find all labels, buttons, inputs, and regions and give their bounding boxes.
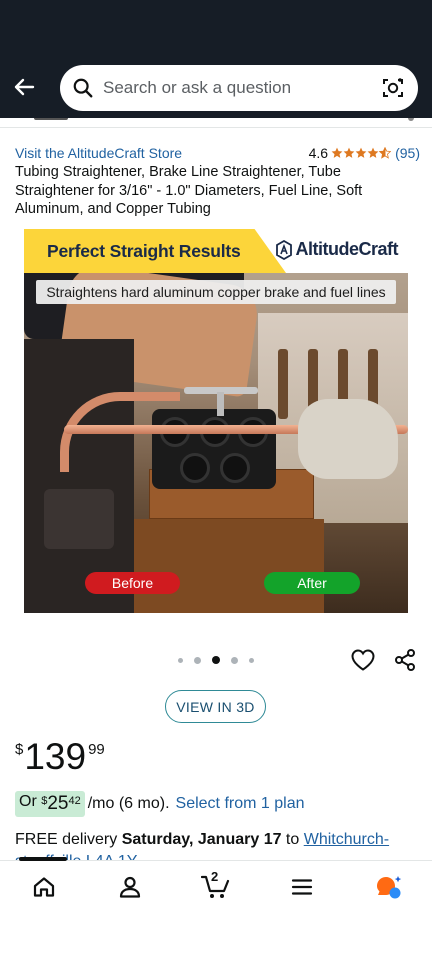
image-banner: Perfect Straight Results AltitudeCraft [24,229,408,273]
half-star-icon [379,147,392,159]
nav-menu[interactable] [288,873,316,901]
brand-logo: AltitudeCraft [275,239,399,260]
before-label: Before [85,572,180,594]
image-carousel-indicator[interactable] [178,655,254,665]
plan-prefix: Or [19,793,42,810]
rufus-ai-icon [377,876,402,899]
menu-icon [291,879,313,895]
nav-account[interactable] [116,873,144,901]
search-header: Search or ask a question [0,56,432,118]
product-title: Tubing Straightener, Brake Line Straight… [15,164,363,217]
star-icon [355,147,367,158]
home-icon [33,877,55,897]
nav-rufus[interactable] [374,873,402,901]
installment-price-badge: Or $ 25 42 [15,791,85,817]
share-icon[interactable] [393,648,417,672]
star-rating [331,147,392,159]
price-whole: 139 [24,736,87,777]
image-caption: Straightens hard aluminum copper brake a… [36,280,396,304]
price-currency: $ [15,741,24,758]
back-button[interactable] [10,73,38,101]
plan-whole: 25 [47,793,69,814]
nav-cart[interactable]: 2 [200,869,232,901]
brand-name: AltitudeCraft [295,239,399,259]
installment-plan: Or $ 25 42 /mo (6 mo). Select from 1 pla… [15,790,304,818]
previous-content-fragment [408,118,414,121]
rating[interactable]: 4.6 (95) [309,145,420,161]
carousel-dot[interactable] [231,656,238,664]
t-handle-post [217,392,224,416]
product-image[interactable]: Perfect Straight Results AltitudeCraft S… [24,229,408,613]
nav-home[interactable] [30,873,58,901]
price-fraction: 99 [88,741,105,758]
delivery-prefix: FREE delivery [15,831,122,848]
work-glove [298,399,398,479]
previous-content-fragment [34,118,68,120]
view-in-3d-button[interactable]: VIEW IN 3D [165,690,266,723]
banner-headline: Perfect Straight Results [24,229,286,273]
review-count[interactable]: (95) [395,145,420,161]
star-icon [343,147,355,158]
image-caption-text: Straightens hard aluminum copper brake a… [46,284,386,300]
camera-lens-icon[interactable] [380,75,406,101]
brand-mark-icon [275,239,292,260]
after-label: After [264,572,360,594]
carousel-dot-active[interactable] [212,656,220,664]
wood-block [134,519,324,613]
select-plan-link[interactable]: Select from 1 plan [176,795,305,813]
store-link[interactable]: Visit the AltitudeCraft Store [15,145,182,161]
heart-icon[interactable] [350,648,376,672]
star-icon [331,147,343,158]
star-icon [367,147,379,158]
carousel-dot[interactable] [194,656,201,664]
carousel-dot[interactable] [178,657,183,663]
delivery-date: Saturday, January 17 [121,831,282,848]
delivery-to: to [281,831,304,848]
store-rating-row: Visit the AltitudeCraft Store 4.6 (95) [15,144,420,162]
cart-count: 2 [211,869,219,884]
account-icon [119,876,141,898]
bottom-navigation: 2 [0,857,432,912]
back-arrow-icon [14,78,35,96]
scroll-edge-divider [0,118,432,128]
search-placeholder[interactable]: Search or ask a question [103,78,380,98]
rating-value: 4.6 [308,145,329,161]
plan-term: /mo (6 mo). [87,795,170,812]
hanging-tool [278,349,288,419]
plan-fraction: 42 [68,795,81,807]
status-bar [0,0,432,56]
search-icon [73,78,93,98]
search-input[interactable]: Search or ask a question [60,65,418,111]
banner-headline-text: Perfect Straight Results [47,240,241,261]
price: $ 139 99 [15,737,105,779]
carousel-dot[interactable] [249,657,254,663]
delivery-info: FREE delivery Saturday, January 17 to Wh… [15,829,415,863]
active-tab-indicator [19,857,67,861]
